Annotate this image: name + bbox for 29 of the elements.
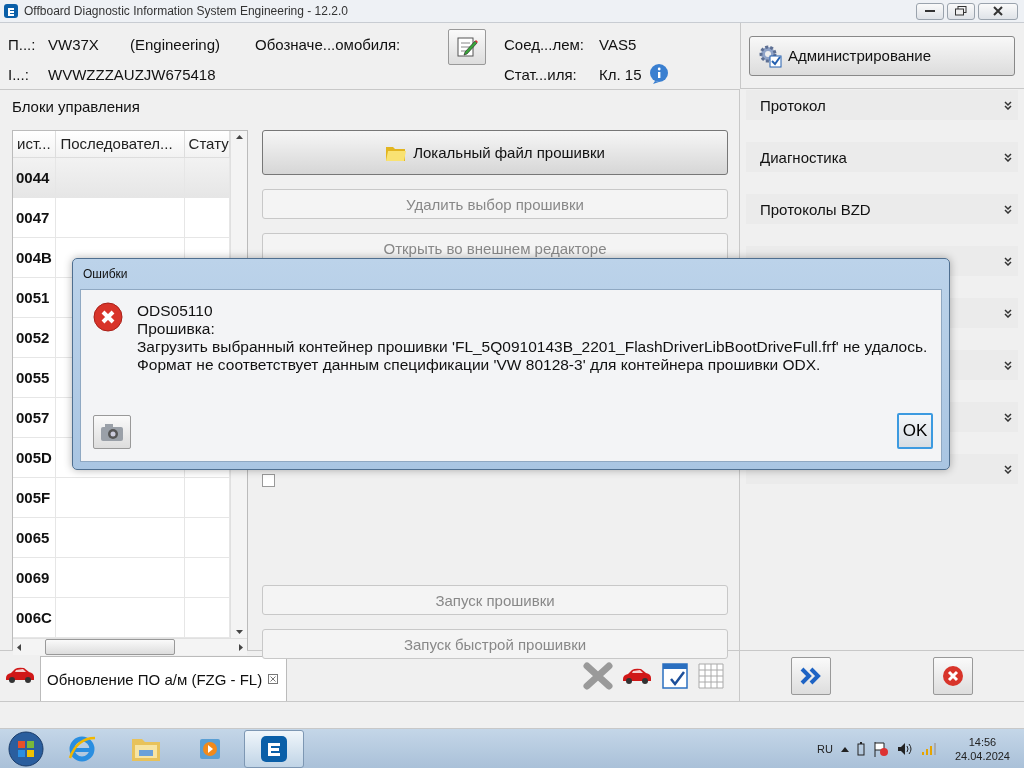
project-label: П...: — [8, 34, 36, 55]
table-cell: 006C — [13, 598, 57, 637]
error-message-line: ODS05110 — [137, 302, 214, 320]
table-cell: 004B — [13, 238, 57, 277]
project-mode: (Engineering) — [130, 34, 221, 55]
error-message-line: Прошивка: — [137, 320, 216, 338]
error-message-line: Загрузить выбранный контейнер прошивки 'FL_5Q0910143B_2201_FlashDriverLibBootDriveFull.frf' не удалось. — [137, 338, 928, 356]
vin-value: WVWZZZAUZJW675418 — [48, 64, 216, 85]
vehicle-label: Обозначе...омобиля: — [255, 34, 401, 55]
table-cell: 0055 — [13, 358, 57, 397]
dialog-title: Ошибки — [83, 267, 128, 281]
error-message-line: Формат не соответствует данным спецификации 'VW 80128-3' для контейнера прошивки ODX. — [137, 356, 822, 374]
table-cell: 005D — [13, 438, 57, 477]
state-value: Кл. 15 — [599, 65, 642, 83]
table-cell: 0069 — [13, 558, 57, 597]
table-cell: 0051 — [13, 278, 57, 317]
table-cell: 0052 — [13, 318, 57, 357]
panel-title: Блоки управления — [12, 98, 141, 117]
project-value: VW37X — [48, 34, 99, 55]
connection-label: Соед...лем: — [504, 34, 585, 55]
table-cell: 005F — [13, 478, 57, 517]
table-cell: 0057 — [13, 398, 57, 437]
table-cell: 0065 — [13, 518, 57, 557]
window-title: Offboard Diagnostic Information System Engineering - 12.2.0 — [24, 4, 349, 18]
table-cell: 0047 — [13, 198, 57, 237]
vin-label: I...: — [8, 64, 29, 85]
state-label: Стат...иля: — [504, 64, 577, 85]
table-cell: 0044 — [13, 158, 57, 197]
connection-value: VAS5 — [599, 34, 637, 55]
